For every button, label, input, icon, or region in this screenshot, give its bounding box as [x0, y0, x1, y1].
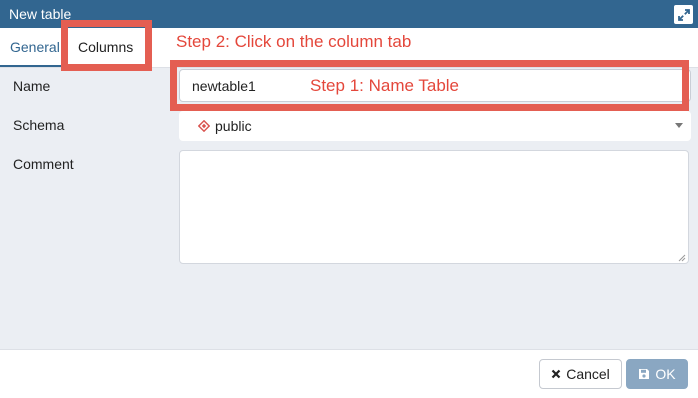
comment-textarea[interactable]	[179, 150, 689, 264]
active-tab-indicator	[0, 65, 66, 67]
cancel-label: Cancel	[566, 366, 610, 382]
chevron-down-icon	[675, 123, 683, 128]
save-icon	[639, 369, 650, 379]
schema-selected-value: public	[215, 118, 252, 134]
ok-label: OK	[655, 366, 676, 382]
annotation-step1: Step 1: Name Table	[310, 76, 459, 95]
expand-arrows-icon	[677, 8, 690, 21]
name-label: Name	[13, 78, 51, 94]
maximize-button[interactable]	[674, 5, 693, 24]
ok-button[interactable]: OK	[626, 359, 688, 389]
annotation-step2: Step 2: Click on the column tab	[176, 32, 412, 51]
cancel-button[interactable]: Cancel	[539, 359, 622, 389]
resize-grip-icon[interactable]	[676, 252, 686, 262]
close-icon	[551, 369, 561, 379]
schema-diamond-icon	[198, 120, 210, 132]
schema-select[interactable]: public	[179, 111, 691, 141]
comment-label: Comment	[13, 156, 74, 172]
annotation-box-columns	[61, 20, 152, 71]
schema-label: Schema	[13, 117, 65, 133]
tab-general[interactable]: General	[10, 39, 60, 55]
dialog-footer: Cancel OK	[0, 349, 698, 398]
